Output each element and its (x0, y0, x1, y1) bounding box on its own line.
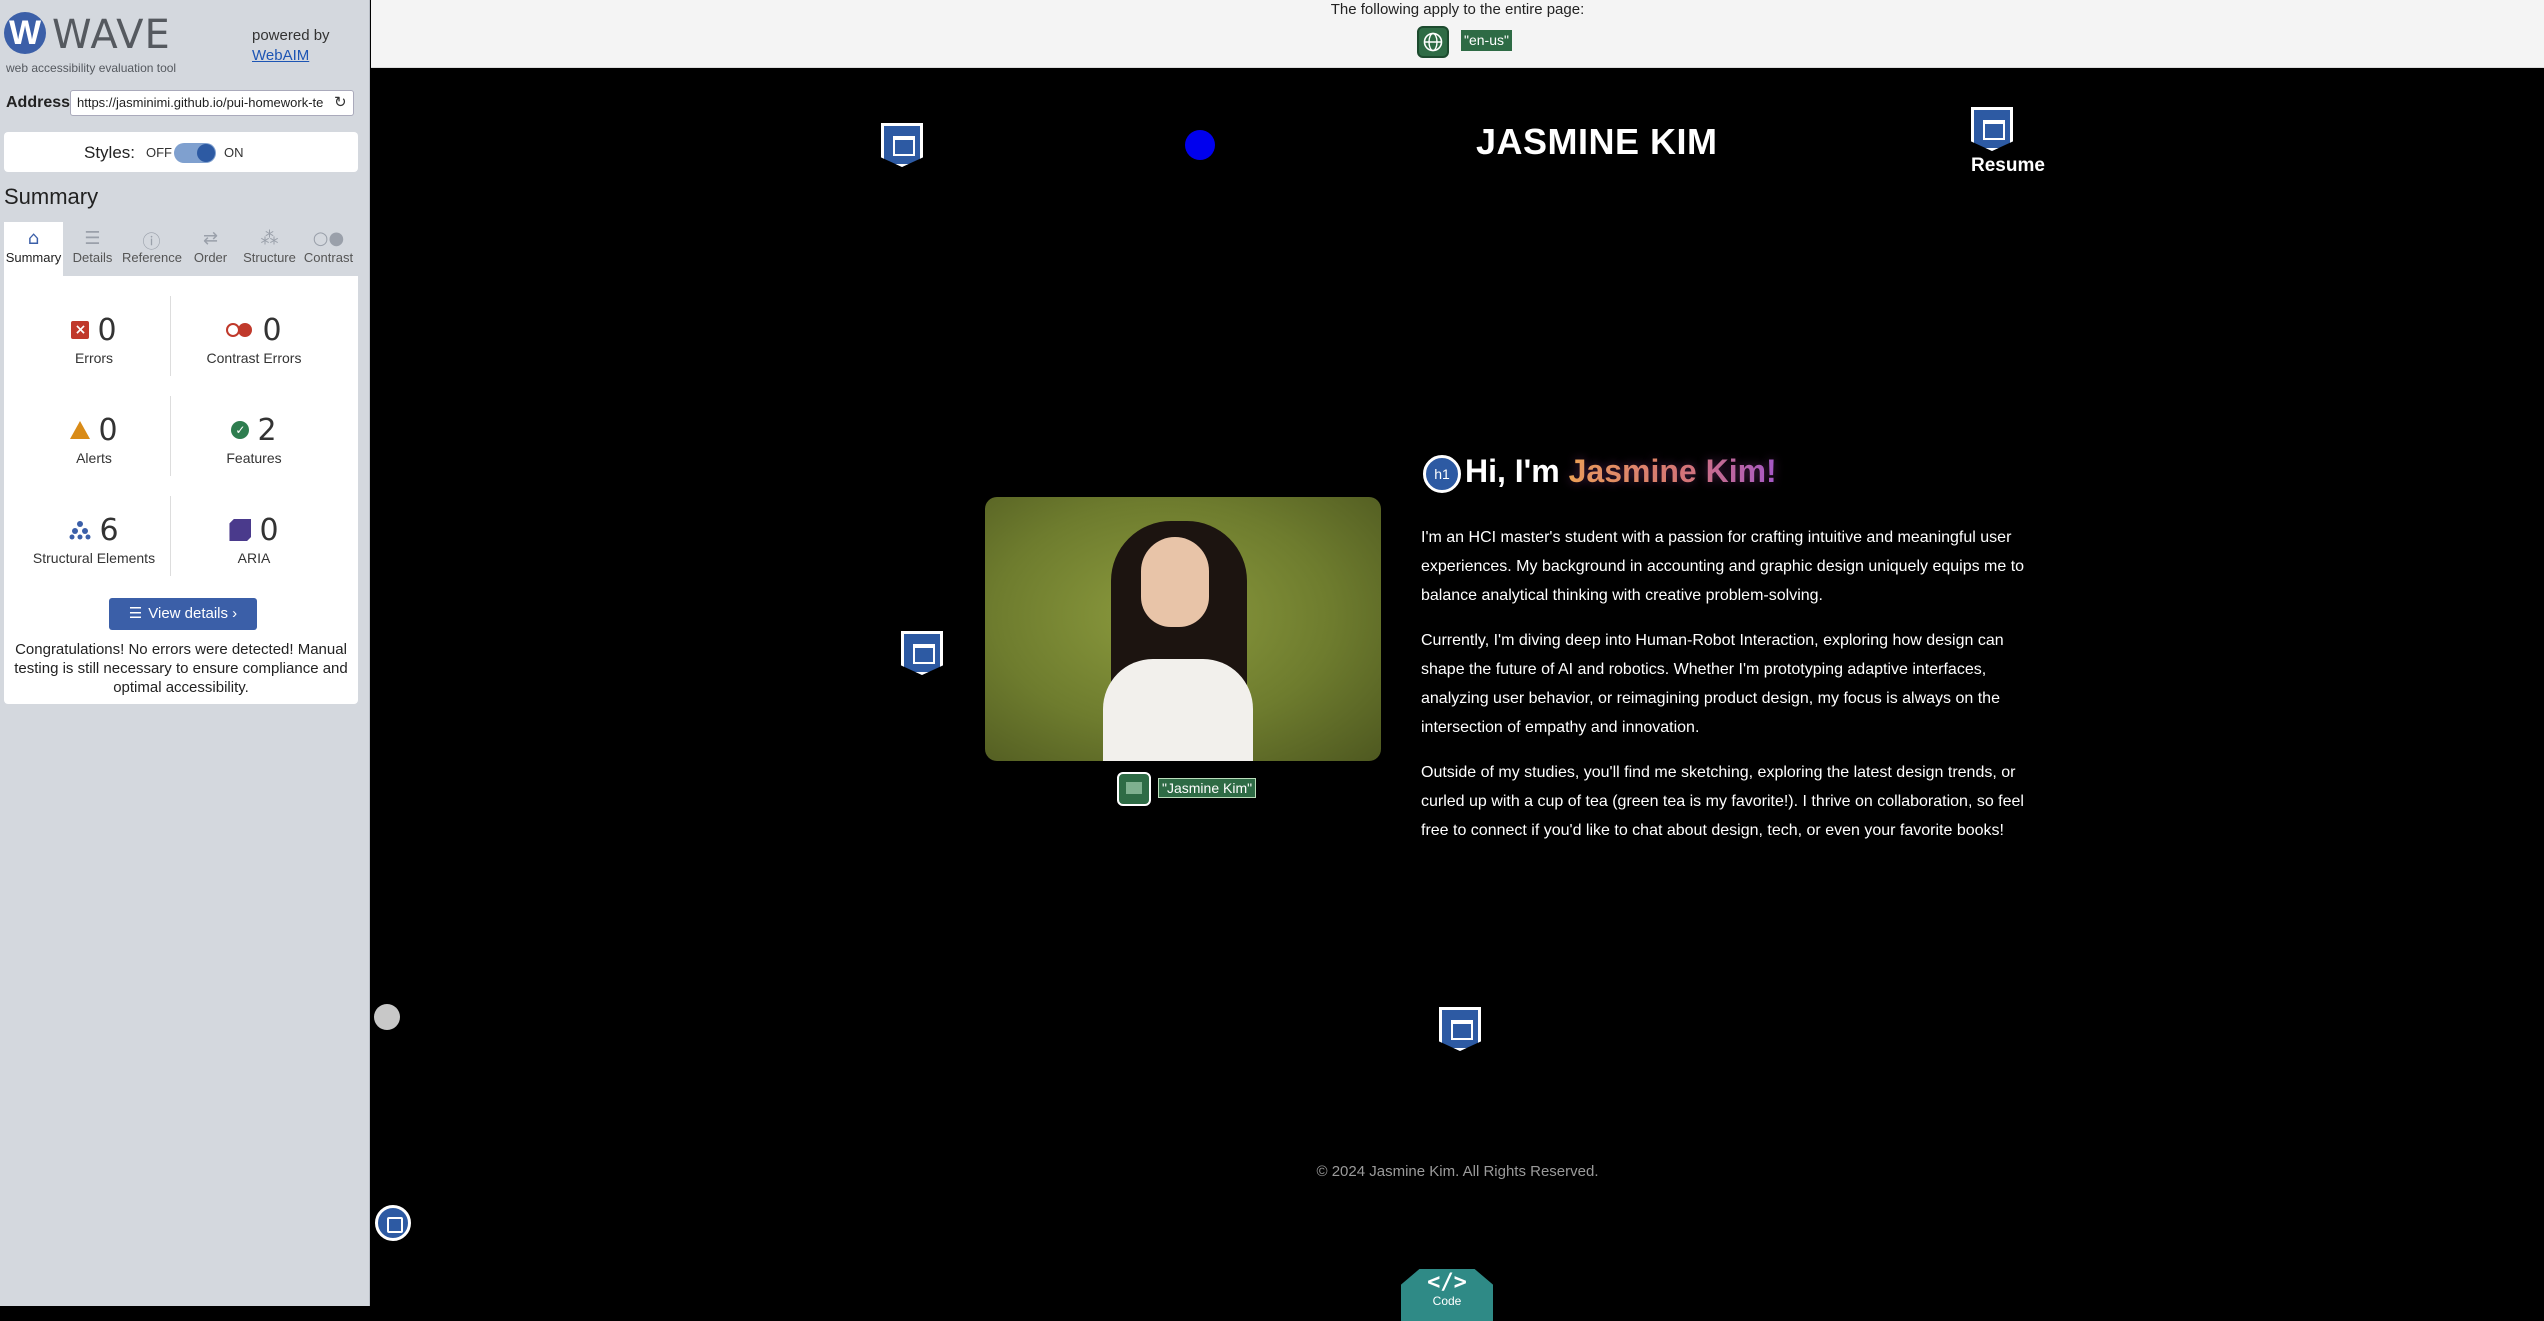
list-icon: ☰ (84, 228, 101, 249)
hero-heading-prefix: Hi, I'm (1465, 453, 1569, 489)
contrast-error-icon (226, 322, 254, 338)
intro-paragraph: Outside of my studies, you'll find me sk… (1421, 764, 2024, 839)
structure-main-icon[interactable] (901, 631, 943, 675)
site-title: JASMINE KIM (1476, 121, 1718, 162)
reload-icon[interactable]: ↻ (334, 93, 347, 111)
evaluated-page: JASMINE KIM Resume "Jasmine Kim" h1 Hi, … (371, 69, 2544, 1321)
view-details-label: View details › (148, 605, 238, 622)
intro-paragraph: I'm an HCI master's student with a passi… (1421, 529, 2025, 604)
alerts-label: Alerts (76, 450, 112, 466)
feature-check-icon: ✓ (231, 421, 250, 439)
footer-copyright: © 2024 Jasmine Kim. All Rights Reserved. (1316, 1163, 1599, 1180)
structural-count: 6 (99, 512, 119, 548)
aria-label: ARIA (237, 550, 271, 566)
stat-structural-elements[interactable]: 6 Structural Elements (14, 512, 174, 567)
tab-label: Structure (243, 250, 296, 265)
stat-errors[interactable]: × 0 Errors (14, 312, 174, 366)
structure-region-icon[interactable] (375, 1205, 411, 1241)
intro-paragraph: Currently, I'm diving deep into Human-Ro… (1421, 632, 2004, 736)
stat-aria[interactable]: 0 ARIA (174, 512, 334, 566)
aria-count: 0 (259, 512, 279, 548)
stat-features[interactable]: ✓ 2 Features (174, 412, 334, 467)
powered-by-text: powered by (252, 27, 330, 44)
errors-label: Errors (74, 350, 114, 366)
hero-heading: Hi, I'm Jasmine Kim! (1465, 453, 1777, 490)
tab-label: Reference (122, 250, 182, 265)
h1-heading-icon[interactable]: h1 (1423, 455, 1461, 493)
tab-label: Details (72, 250, 113, 265)
alert-icon (70, 421, 91, 439)
code-badge[interactable]: </> Code (1401, 1269, 1493, 1321)
styles-off-label: OFF (146, 145, 172, 160)
summary-heading: Summary (4, 184, 99, 209)
photo-body (1103, 659, 1253, 761)
gray-dot (374, 1004, 400, 1030)
hero-heading-name: Jasmine Kim! (1568, 453, 1777, 489)
view-details-button[interactable]: ☰ View details › (109, 598, 257, 630)
intro-text: I'm an HCI master's student with a passi… (1421, 523, 2041, 861)
wave-brand: W WAVE web accessibility evaluation tool… (0, 0, 370, 80)
wave-sidebar: W WAVE web accessibility evaluation tool… (0, 0, 370, 1306)
image-alt-icon[interactable] (1117, 772, 1151, 806)
resume-link[interactable]: Resume (1971, 155, 2045, 177)
tab-label: Order (193, 250, 228, 265)
aria-icon (229, 519, 252, 541)
order-icon: ⇄ (202, 228, 219, 249)
tab-details[interactable]: ☰ Details (63, 222, 122, 276)
tab-label: Summary (5, 250, 62, 265)
code-glyph-icon: </> (1427, 1270, 1467, 1295)
language-tag: "en-us" (1461, 30, 1512, 51)
wave-logo-icon[interactable]: W (4, 12, 46, 54)
tab-contrast[interactable]: ○● Contrast (299, 222, 358, 276)
webaim-link[interactable]: WebAIM (252, 47, 309, 64)
photo-face (1141, 537, 1209, 627)
profile-photo (985, 497, 1381, 761)
address-label: Address: (6, 94, 76, 111)
code-badge-label: Code (1432, 1294, 1462, 1308)
styles-label: Styles: (84, 143, 136, 162)
info-icon: ⓘ (142, 232, 161, 253)
wave-logo-text: WAVE (52, 12, 171, 58)
contrast-icon: ○● (312, 228, 345, 249)
list-icon: ☰ (128, 605, 143, 622)
stat-contrast-errors[interactable]: 0 Contrast Errors (174, 312, 334, 367)
tab-order[interactable]: ⇄ Order (181, 222, 240, 276)
styles-toggle[interactable] (174, 143, 216, 163)
page-wide-text: The following apply to the entire page: (1330, 1, 1585, 18)
structure-nav-icon[interactable] (1971, 107, 2013, 151)
powered-by: powered by WebAIM (252, 26, 330, 66)
errors-count: 0 (97, 312, 117, 348)
styles-toggle-box: Styles: OFF ON (4, 132, 358, 172)
alerts-count: 0 (98, 412, 118, 448)
tab-structure[interactable]: ⁂ Structure (240, 222, 299, 276)
structural-label: Structural Elements (32, 550, 156, 566)
address-row: Address: https://jasminimi.github.io/pui… (0, 90, 370, 116)
tab-label: Contrast (303, 250, 354, 265)
congratulations-message: Congratulations! No errors were detected… (14, 641, 348, 696)
features-count: 2 (257, 412, 277, 448)
panel-tabs: ⌂ Summary ☰ Details ⓘ Reference ⇄ Order … (4, 222, 358, 276)
language-globe-icon[interactable] (1417, 26, 1449, 58)
structure-header-icon[interactable] (881, 123, 923, 167)
address-input[interactable]: https://jasminimi.github.io/pui-homework… (70, 90, 354, 116)
features-label: Features (226, 450, 282, 466)
contrast-errors-count: 0 (262, 312, 282, 348)
image-alt-tag: "Jasmine Kim" (1158, 778, 1257, 798)
contrast-errors-label: Contrast Errors (206, 350, 302, 366)
styles-on-label: ON (224, 145, 244, 160)
structure-icon: ⁂ (260, 228, 279, 249)
structure-icon (69, 521, 91, 540)
stat-alerts[interactable]: 0 Alerts (14, 412, 174, 466)
wave-logo-subtitle: web accessibility evaluation tool (6, 61, 177, 75)
error-icon: × (71, 321, 90, 339)
tab-reference[interactable]: ⓘ Reference (122, 222, 182, 276)
structure-footer-icon[interactable] (1439, 1007, 1481, 1051)
home-icon: ⌂ (27, 228, 40, 249)
tab-summary[interactable]: ⌂ Summary (4, 222, 63, 276)
toggle-knob (197, 144, 215, 162)
summary-panel: × 0 Errors 0 Contrast Errors 0 Alerts ✓ … (4, 276, 358, 704)
blue-dot (1185, 130, 1215, 160)
page-wide-banner: The following apply to the entire page: … (371, 0, 2544, 68)
